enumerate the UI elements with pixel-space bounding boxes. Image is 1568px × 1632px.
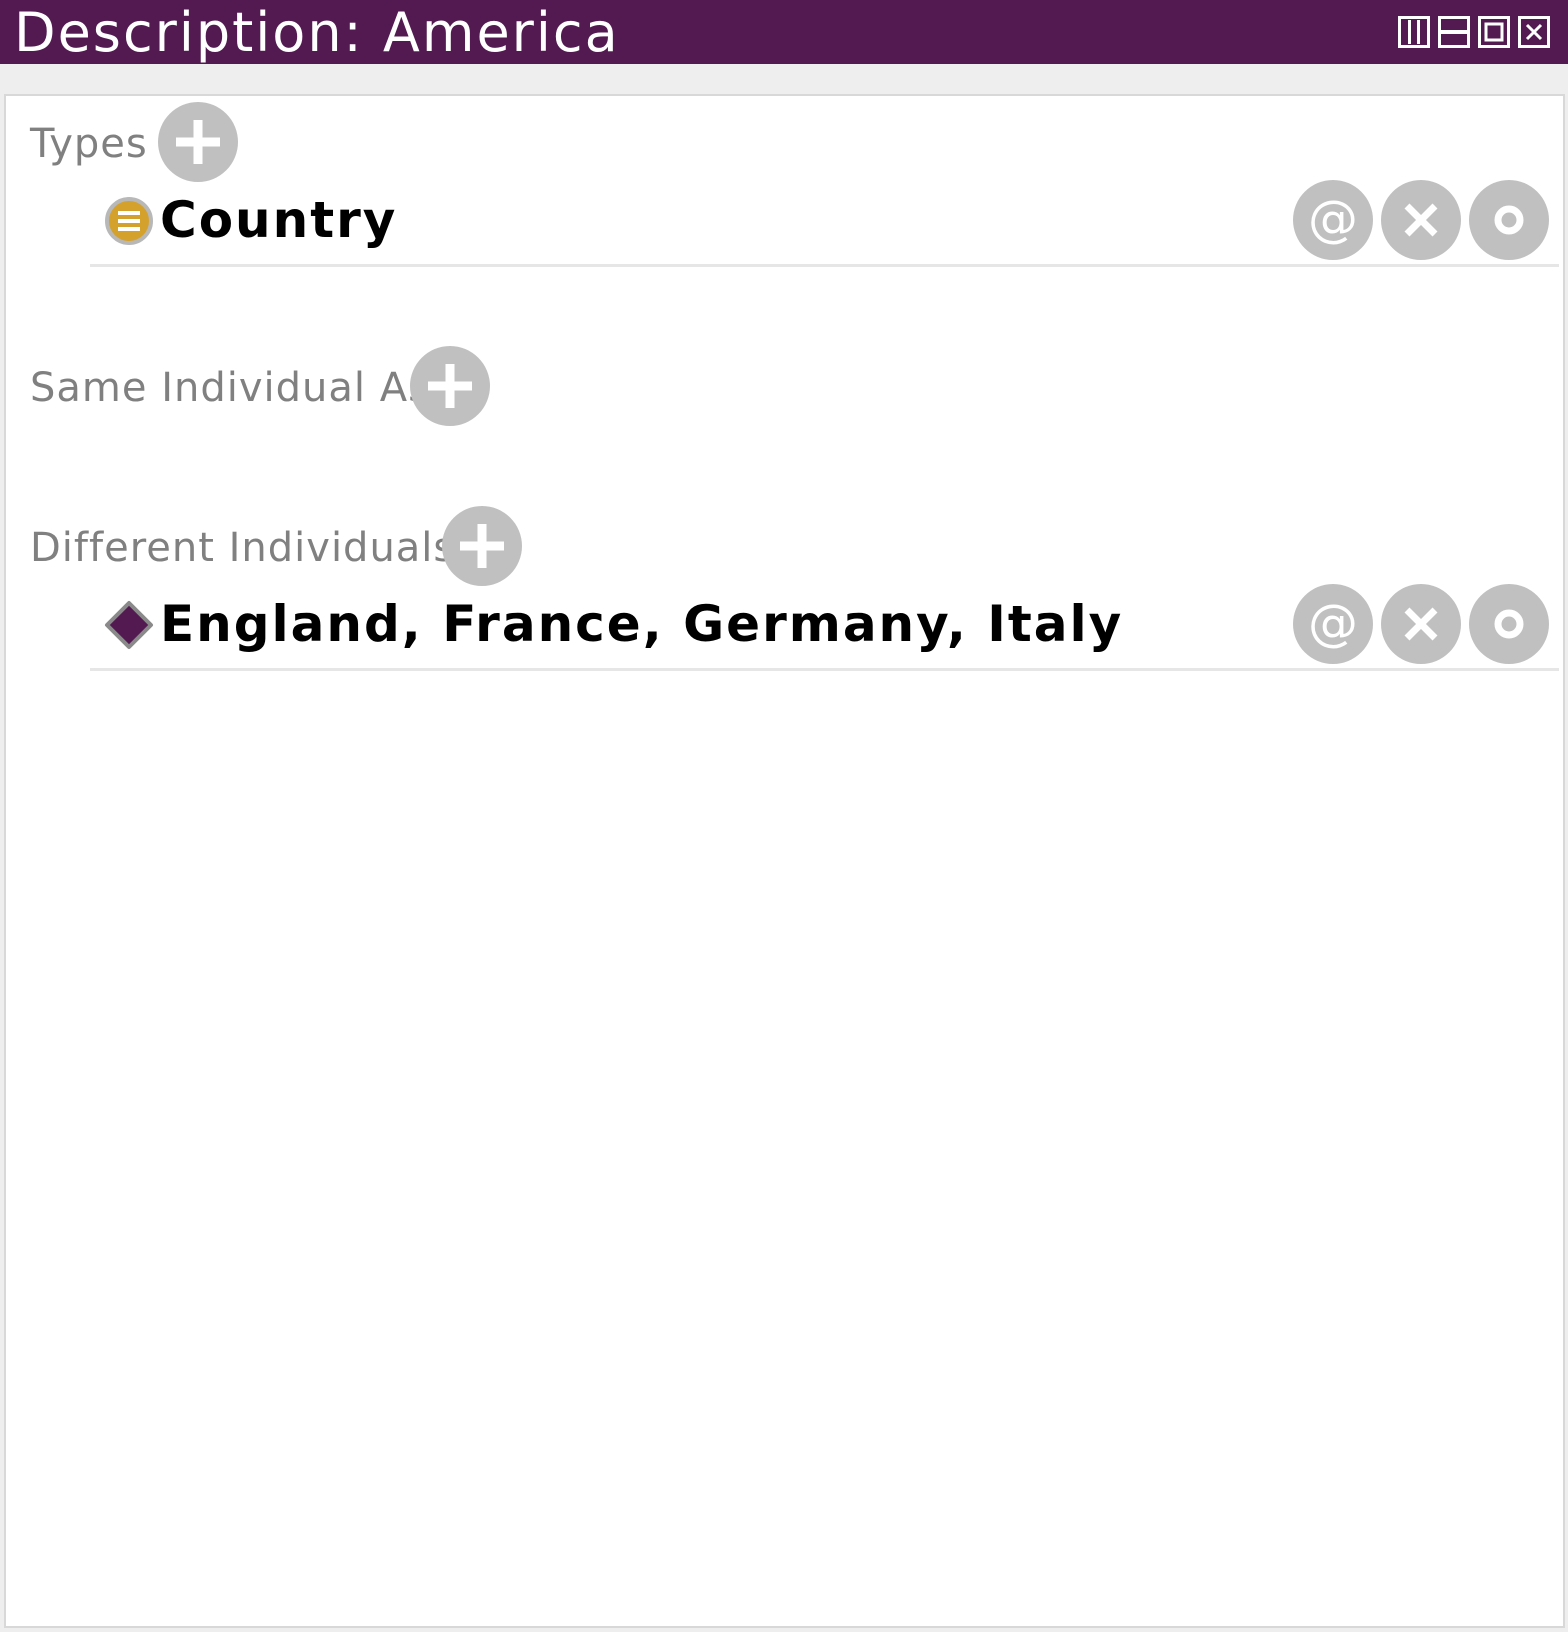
annotate-button[interactable]: @ xyxy=(1293,180,1373,260)
split-horizontal-icon[interactable] xyxy=(1438,16,1470,48)
add-different-individuals-button[interactable] xyxy=(442,506,522,586)
maximize-icon[interactable] xyxy=(1478,16,1510,48)
row-actions: @ xyxy=(1293,180,1549,260)
view-title-bar: Description: America xyxy=(0,0,1568,64)
different-individuals-label: Different Individuals xyxy=(30,525,456,571)
close-icon[interactable] xyxy=(1518,16,1550,48)
types-label: Types xyxy=(30,121,148,167)
split-vertical-icon[interactable] xyxy=(1398,16,1430,48)
cross-icon xyxy=(1404,607,1438,641)
type-row-country[interactable]: Country @ xyxy=(90,180,1559,267)
row-actions: @ xyxy=(1293,584,1549,664)
add-same-individual-button[interactable] xyxy=(410,346,490,426)
at-icon: @ xyxy=(1308,190,1358,248)
ring-icon xyxy=(1494,609,1524,639)
at-icon: @ xyxy=(1308,594,1358,652)
description-panel: Types Country @ Same Individual As Diffe… xyxy=(4,94,1565,1628)
individual-icon xyxy=(105,601,153,649)
same-individual-as-label: Same Individual As xyxy=(30,365,430,411)
toolbar-strip xyxy=(0,64,1568,92)
view-title: Description: America xyxy=(14,1,620,64)
plus-icon xyxy=(176,120,220,164)
type-name: Country xyxy=(160,191,398,249)
explain-button[interactable] xyxy=(1469,584,1549,664)
plus-icon xyxy=(460,524,504,568)
view-controls xyxy=(1398,16,1550,48)
ring-icon xyxy=(1494,205,1524,235)
plus-icon xyxy=(428,364,472,408)
individuals-list: England, France, Germany, Italy xyxy=(160,595,1124,653)
class-icon xyxy=(105,197,153,245)
add-type-button[interactable] xyxy=(158,102,238,182)
different-individuals-row[interactable]: England, France, Germany, Italy @ xyxy=(90,584,1559,671)
explain-button[interactable] xyxy=(1469,180,1549,260)
delete-button[interactable] xyxy=(1381,584,1461,664)
cross-icon xyxy=(1404,203,1438,237)
annotate-button[interactable]: @ xyxy=(1293,584,1373,664)
delete-button[interactable] xyxy=(1381,180,1461,260)
